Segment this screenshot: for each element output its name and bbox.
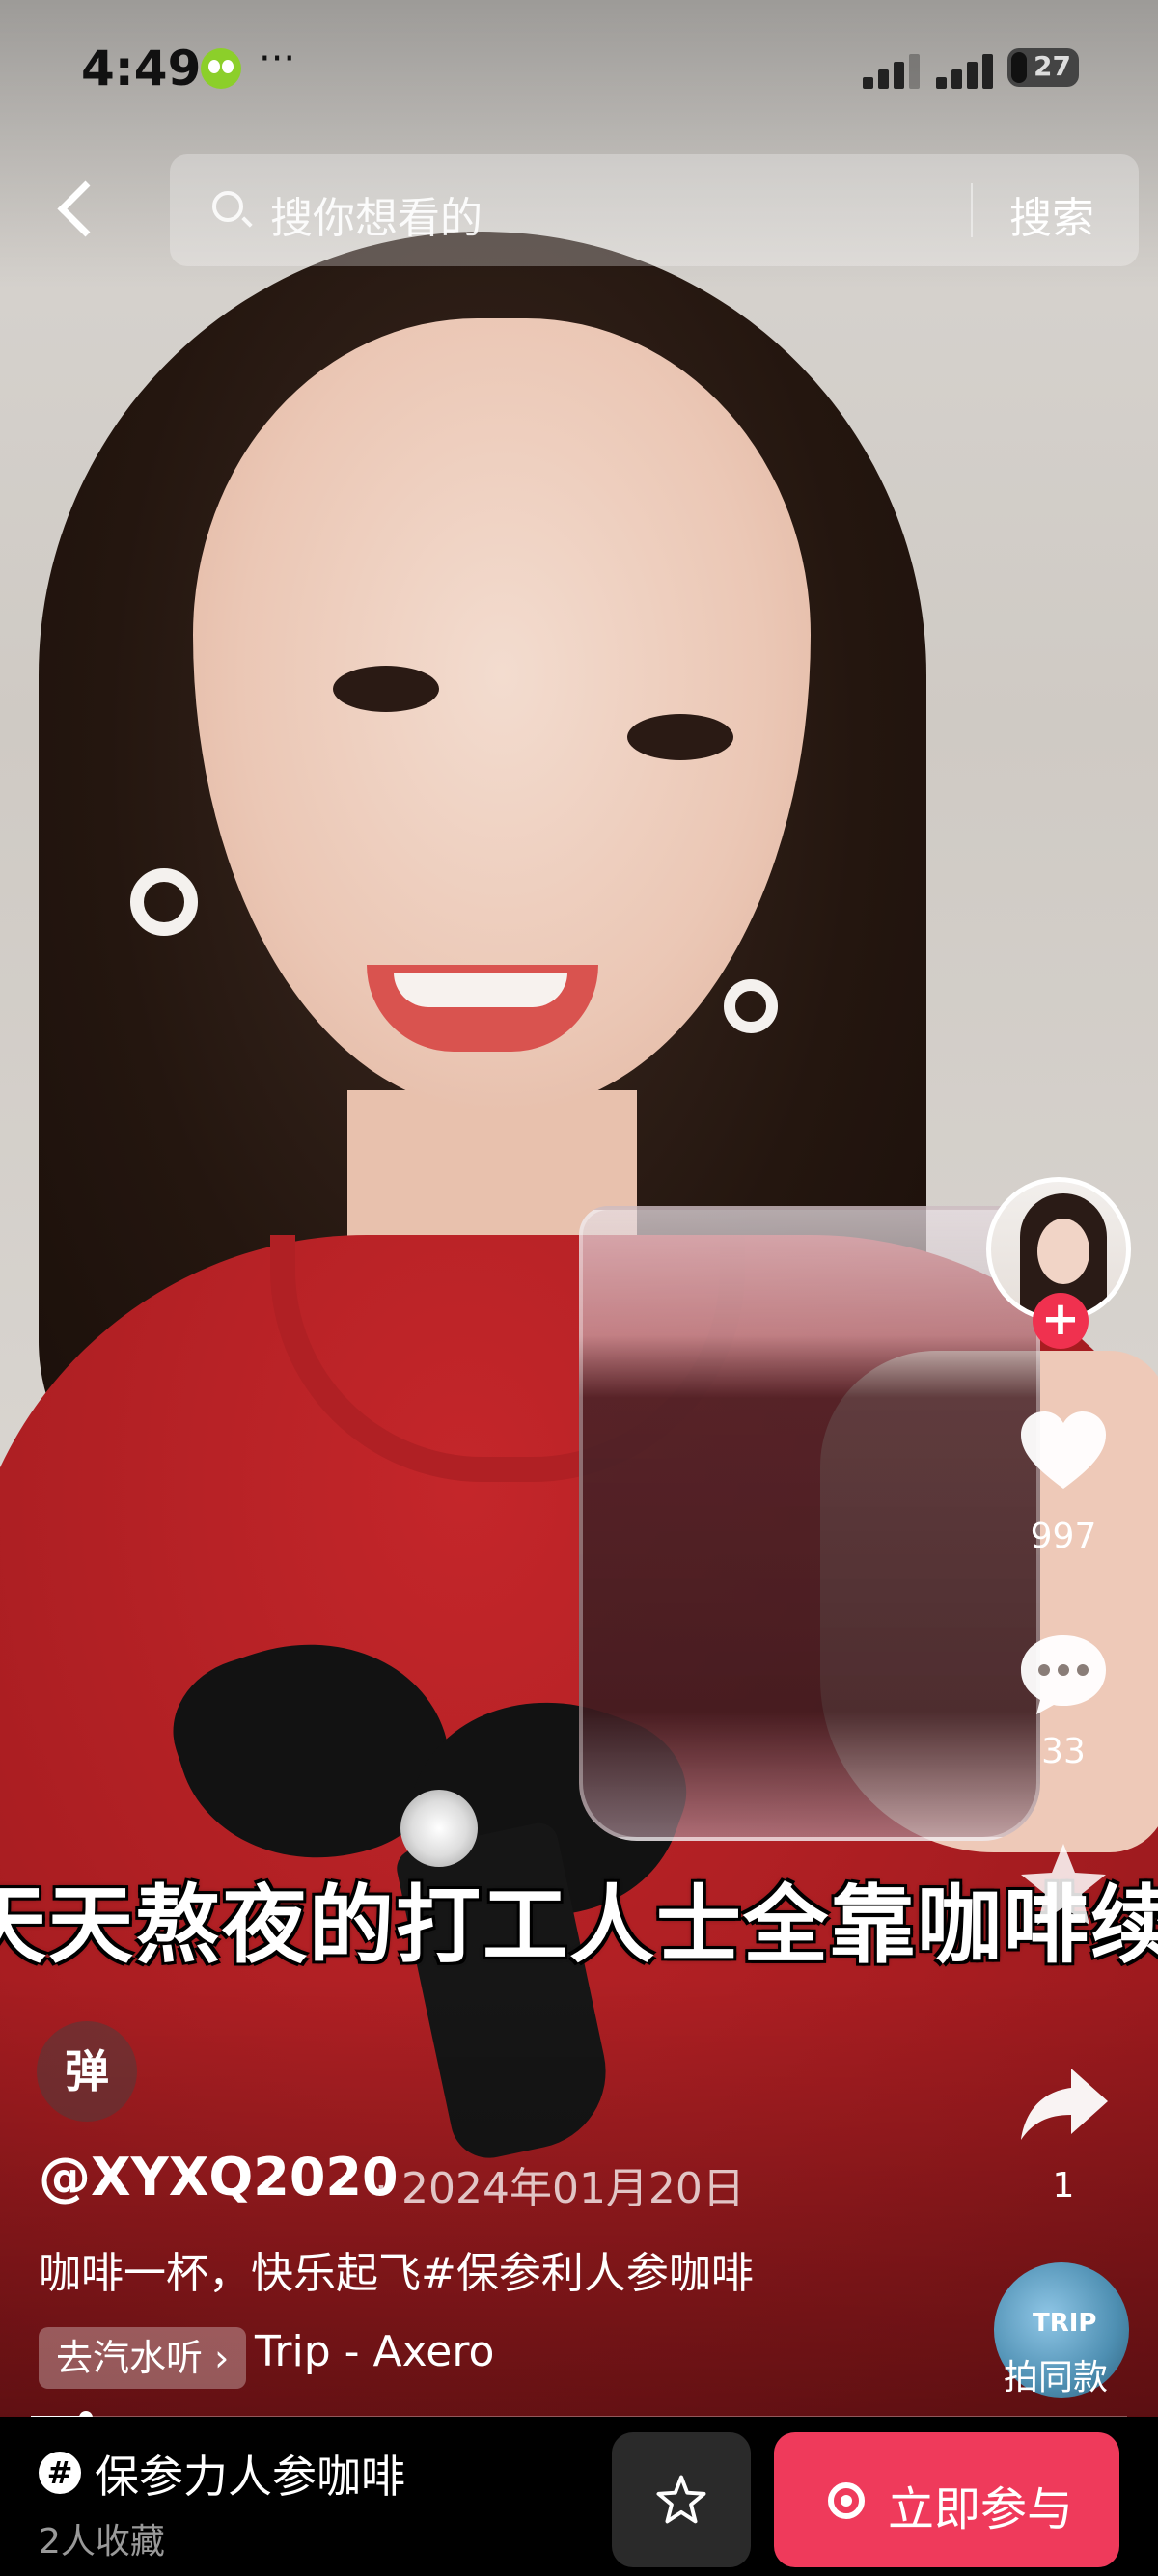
status-time: 4:49 [81, 41, 202, 96]
danmu-toggle-button[interactable]: 弹 [37, 2021, 137, 2122]
cellular-signal-icon [863, 50, 930, 89]
star-icon [1021, 1844, 1106, 1925]
video-player[interactable] [0, 0, 1158, 2417]
topic-title[interactable]: 保参力人参咖啡 [95, 2442, 405, 2506]
video-caption-overlay: 天天熬夜的打工人士全靠咖啡续命 [0, 1876, 1158, 1975]
comment-button[interactable] [1013, 1626, 1114, 1722]
heart-icon [1021, 1411, 1106, 1489]
cellular-signal-icon-2 [936, 50, 1004, 89]
status-bar: 4:49 ··· 27 [0, 0, 1158, 135]
join-now-label: 立即参与 [888, 2482, 1074, 2536]
comment-count: 33 [1041, 1732, 1086, 1771]
hashtag-icon: # [39, 2452, 81, 2494]
share-arrow-icon [1021, 2069, 1108, 2140]
music-disc-label: TRIP [1033, 2309, 1097, 2338]
like-button[interactable] [1013, 1404, 1114, 1500]
like-count: 997 [1030, 1517, 1097, 1556]
more-notifications-icon: ··· [259, 37, 296, 81]
same-style-button[interactable]: 拍同款 [1004, 2349, 1108, 2399]
search-bar[interactable]: 搜你想看的 搜索 [170, 154, 1139, 266]
star-outline-icon [656, 2475, 706, 2524]
app-notification-icon [201, 48, 241, 89]
post-description[interactable]: 咖啡一杯，快乐起飞#保参利人参咖啡 [39, 2238, 754, 2300]
listen-in-qishui-button[interactable]: 去汽水听 › [39, 2327, 247, 2389]
music-title[interactable]: Trip - Axero [255, 2327, 494, 2376]
search-button[interactable]: 搜索 [1009, 183, 1094, 245]
topic-collect-count: 2人收藏 [39, 2522, 165, 2562]
topic-bottom-bar: # 保参力人参咖啡 2人收藏 立即参与 [0, 2417, 1158, 2576]
search-icon [212, 191, 243, 222]
comment-icon [1021, 1635, 1106, 1714]
collect-topic-button[interactable] [612, 2432, 751, 2567]
search-placeholder: 搜你想看的 [270, 194, 482, 243]
battery-icon: 27 [1007, 48, 1079, 87]
post-date: · 2024年01月20日 [374, 2164, 745, 2213]
record-icon [828, 2482, 865, 2519]
author-username[interactable]: @XYXQ2020 [39, 2147, 399, 2207]
battery-level: 27 [1034, 50, 1071, 82]
join-now-button[interactable]: 立即参与 [774, 2432, 1119, 2567]
share-button[interactable] [1013, 2055, 1114, 2151]
favorite-button[interactable] [1013, 1838, 1114, 1934]
share-count: 1 [1052, 2166, 1075, 2206]
search-divider [971, 183, 973, 237]
follow-button[interactable]: + [1033, 1293, 1089, 1349]
back-button[interactable] [50, 172, 108, 249]
